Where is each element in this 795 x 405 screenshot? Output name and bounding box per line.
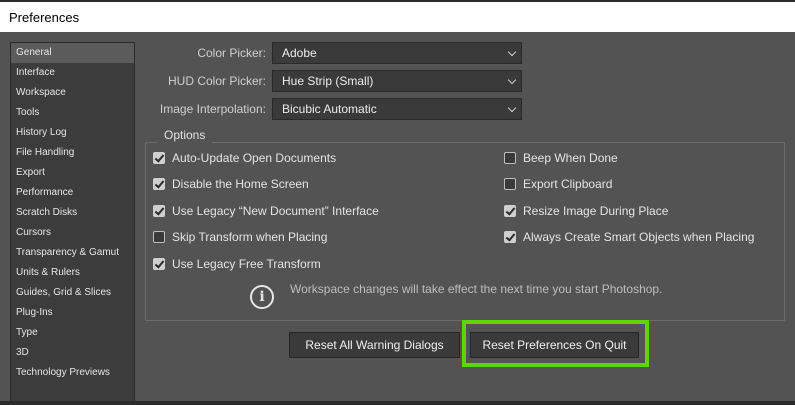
chevron-down-icon [507, 75, 517, 85]
auto-update-label: Auto-Update Open Documents [172, 151, 337, 165]
sidebar-item-history-log[interactable]: History Log [11, 123, 134, 143]
image-interpolation-select[interactable]: Bicubic Automatic [272, 98, 522, 120]
checkbox-checked-icon [153, 178, 165, 190]
color-picker-label: Color Picker: [197, 46, 266, 60]
export-clipboard-label: Export Clipboard [523, 177, 613, 191]
color-picker-select[interactable]: Adobe [272, 42, 522, 64]
beep-when-done-checkbox[interactable]: Beep When Done [504, 150, 618, 166]
workspace-info-text: Workspace changes will take effect the n… [290, 282, 663, 296]
hud-color-picker-value: Hue Strip (Small) [282, 74, 374, 88]
checkbox-unchecked-icon [153, 231, 165, 243]
checkbox-checked-icon [153, 258, 165, 270]
sidebar-item-guides-grid-slices[interactable]: Guides, Grid & Slices [11, 283, 134, 303]
sidebar-item-cursors[interactable]: Cursors [11, 223, 134, 243]
options-group-label: Options [157, 127, 213, 143]
checkbox-checked-icon [153, 205, 165, 217]
checkbox-checked-icon [504, 231, 516, 243]
sidebar-item-3d[interactable]: 3D [11, 343, 134, 363]
sidebar-item-export[interactable]: Export [11, 163, 134, 183]
sidebar-item-interface[interactable]: Interface [11, 63, 134, 83]
smart-objects-checkbox[interactable]: Always Create Smart Objects when Placing [504, 229, 754, 245]
resize-image-during-place-checkbox[interactable]: Resize Image During Place [504, 203, 668, 219]
preferences-sidebar: General Interface Workspace Tools Histor… [10, 42, 135, 405]
checkbox-unchecked-icon [504, 178, 516, 190]
sidebar-item-transparency-gamut[interactable]: Transparency & Gamut [11, 243, 134, 263]
auto-update-checkbox[interactable]: Auto-Update Open Documents [153, 150, 336, 166]
checkbox-checked-icon [504, 205, 516, 217]
chevron-down-icon [507, 103, 517, 113]
sidebar-item-type[interactable]: Type [11, 323, 134, 343]
sidebar-item-performance[interactable]: Performance [11, 183, 134, 203]
disable-home-screen-label: Disable the Home Screen [172, 177, 309, 191]
info-icon: i [250, 285, 274, 309]
checkbox-checked-icon [153, 152, 165, 164]
chevron-down-icon [507, 47, 517, 57]
skip-transform-checkbox[interactable]: Skip Transform when Placing [153, 229, 327, 245]
sidebar-item-tools[interactable]: Tools [11, 103, 134, 123]
sidebar-item-file-handling[interactable]: File Handling [11, 143, 134, 163]
sidebar-item-units-rulers[interactable]: Units & Rulers [11, 263, 134, 283]
legacy-free-transform-label: Use Legacy Free Transform [172, 257, 321, 271]
sidebar-item-workspace[interactable]: Workspace [11, 83, 134, 103]
image-interpolation-row: Image Interpolation: Bicubic Automatic [140, 98, 530, 120]
legacy-new-document-checkbox[interactable]: Use Legacy “New Document” Interface [153, 203, 379, 219]
image-interpolation-value: Bicubic Automatic [282, 102, 377, 116]
skip-transform-label: Skip Transform when Placing [172, 230, 328, 244]
smart-objects-label: Always Create Smart Objects when Placing [523, 230, 755, 244]
image-interpolation-label: Image Interpolation: [159, 102, 266, 116]
hud-color-picker-select[interactable]: Hue Strip (Small) [272, 70, 522, 92]
reset-warning-dialogs-button[interactable]: Reset All Warning Dialogs [289, 332, 460, 358]
hud-color-picker-row: HUD Color Picker: Hue Strip (Small) [140, 70, 530, 92]
legacy-free-transform-checkbox[interactable]: Use Legacy Free Transform [153, 256, 321, 272]
sidebar-item-technology-previews[interactable]: Technology Previews [11, 363, 134, 383]
hud-color-picker-label: HUD Color Picker: [167, 74, 266, 88]
bottom-border [0, 401, 795, 405]
disable-home-screen-checkbox[interactable]: Disable the Home Screen [153, 176, 309, 192]
color-picker-value: Adobe [282, 46, 317, 60]
highlight-box [462, 320, 649, 367]
sidebar-item-scratch-disks[interactable]: Scratch Disks [11, 203, 134, 223]
window-title: Preferences [0, 2, 795, 32]
sidebar-item-general[interactable]: General [11, 43, 134, 63]
export-clipboard-checkbox[interactable]: Export Clipboard [504, 176, 612, 192]
legacy-new-document-label: Use Legacy “New Document” Interface [172, 204, 379, 218]
checkbox-unchecked-icon [504, 152, 516, 164]
beep-when-done-label: Beep When Done [523, 151, 618, 165]
resize-image-during-place-label: Resize Image During Place [523, 204, 669, 218]
color-picker-row: Color Picker: Adobe [140, 42, 530, 64]
sidebar-item-plug-ins[interactable]: Plug-Ins [11, 303, 134, 323]
